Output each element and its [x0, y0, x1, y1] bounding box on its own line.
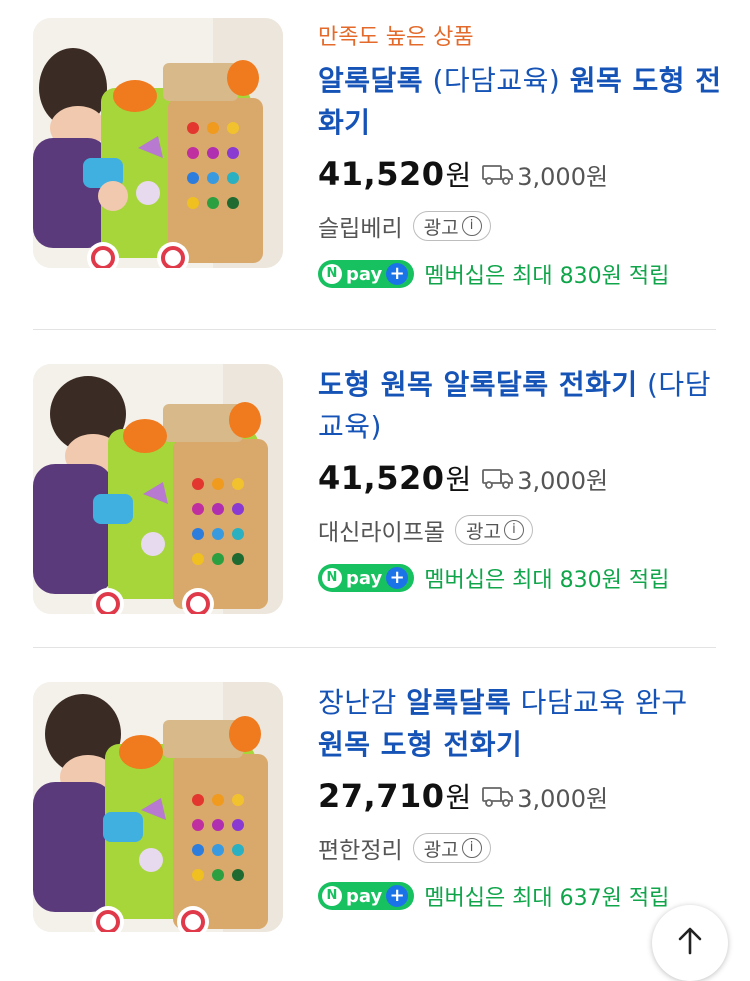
npay-logo: N pay + [318, 882, 415, 910]
seller-row: 대신라이프몰 광고 i [318, 510, 723, 550]
price-row: 27,710 원 3,000원 [318, 772, 723, 820]
shipping-fee: 3,000원 [481, 461, 608, 496]
shipping-fee: 3,000원 [481, 157, 608, 192]
ad-badge[interactable]: 광고 i [454, 515, 533, 545]
product-title[interactable]: 알록달록 (다담교육) 원목 도형 전화기 [318, 60, 723, 144]
price-unit: 원 [445, 781, 472, 814]
npay-reward-text: 멤버십은 최대 830원 적립 [424, 568, 670, 593]
npay-n-icon: N [322, 264, 342, 284]
price-unit: 원 [445, 463, 472, 496]
plus-icon: + [386, 885, 409, 907]
price: 41,520 [318, 459, 445, 497]
price: 27,710 [318, 777, 445, 815]
arrow-up-icon [678, 927, 702, 955]
price-row: 41,520 원 3,000원 [318, 454, 723, 502]
seller-row: 슬립베리 광고 i [318, 206, 723, 246]
npay-n-icon: N [322, 568, 342, 588]
truck-icon [482, 469, 514, 489]
ad-badge[interactable]: 광고 i [412, 211, 491, 241]
seller-name[interactable]: 대신라이프몰 [318, 513, 445, 547]
seller-row: 편한정리 광고 i [318, 828, 723, 868]
truck-icon [482, 787, 514, 807]
product-title[interactable]: 도형 원목 알록달록 전화기 (다담교육) [318, 364, 723, 448]
info-icon: i [461, 216, 482, 236]
npay-logo: N pay + [318, 564, 415, 592]
price-unit: 원 [445, 159, 472, 192]
npay-row: N pay + 멤버십은 최대 830원 적립 [318, 560, 723, 596]
divider [33, 647, 716, 648]
info-icon: i [503, 520, 524, 540]
ad-badge[interactable]: 광고 i [412, 833, 491, 863]
divider [33, 329, 716, 330]
satisfaction-badge: 만족도 높은 상품 [318, 25, 474, 50]
npay-row: N pay + 멤버십은 최대 830원 적립 [318, 256, 723, 292]
npay-reward-text: 멤버십은 최대 830원 적립 [424, 264, 670, 289]
seller-name[interactable]: 편한정리 [318, 831, 403, 865]
product-thumbnail[interactable] [33, 18, 283, 268]
price: 41,520 [318, 155, 445, 193]
seller-name[interactable]: 슬립베리 [318, 209, 403, 243]
plus-icon: + [386, 567, 409, 589]
npay-logo: N pay + [318, 260, 415, 288]
npay-row: N pay + 멤버십은 최대 637원 적립 [318, 878, 723, 914]
price-row: 41,520 원 3,000원 [318, 150, 723, 198]
info-icon: i [461, 838, 482, 858]
plus-icon: + [386, 263, 409, 285]
truck-icon [482, 165, 514, 185]
shipping-fee: 3,000원 [481, 779, 608, 814]
npay-reward-text: 멤버십은 최대 637원 적립 [424, 886, 670, 911]
scroll-top-button[interactable] [652, 905, 728, 981]
product-thumbnail[interactable] [33, 682, 283, 932]
product-title[interactable]: 장난감 알록달록 다담교육 완구 원목 도형 전화기 [318, 682, 723, 766]
npay-n-icon: N [322, 886, 342, 906]
product-thumbnail[interactable] [33, 364, 283, 614]
